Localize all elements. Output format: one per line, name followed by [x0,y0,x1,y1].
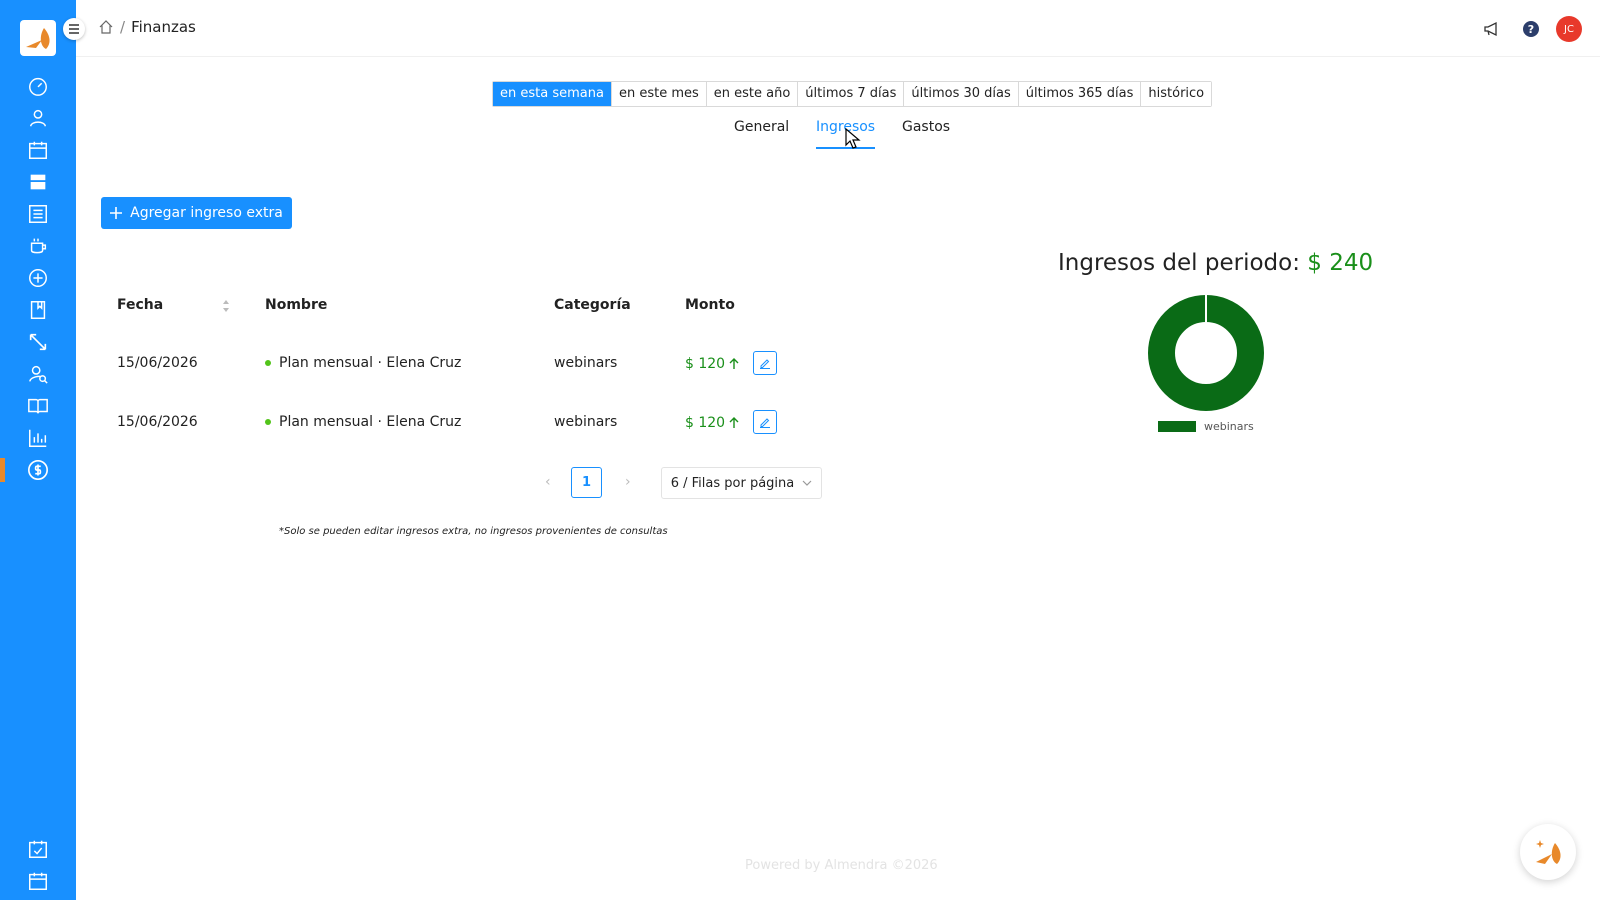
assistant-button[interactable] [1520,824,1576,880]
income-donut-chart [1148,295,1264,411]
calendar-check-icon[interactable] [26,837,50,861]
chart-title-label: Ingresos del periodo: [1058,250,1300,276]
layout-icon[interactable] [26,170,50,194]
row-2-monto: $ 120 [685,415,739,431]
breadcrumb-separator: / [120,18,126,36]
period-this-month[interactable]: en este mes [611,82,707,106]
menu-toggle-button[interactable] [63,18,85,40]
chart-legend: webinars [1158,420,1254,433]
svg-text:?: ? [1528,23,1534,36]
row-2-categoria: webinars [554,414,618,430]
period-this-week[interactable]: en esta semana [493,82,612,106]
list-icon[interactable] [26,202,50,226]
expand-icon[interactable] [26,330,50,354]
megaphone-icon[interactable] [1480,17,1504,41]
period-historical[interactable]: histórico [1141,82,1212,106]
calendar-icon-2[interactable] [26,869,50,893]
calendar-icon[interactable] [26,138,50,162]
column-header-categoria: Categoría [554,297,631,313]
plus-icon [110,207,123,219]
mouse-cursor-icon [845,128,861,149]
chart-title: Ingresos del periodo: $ 240 [1058,250,1373,276]
row-2-edit-button[interactable] [753,410,777,434]
dashboard-icon[interactable] [26,74,50,98]
column-header-nombre: Nombre [265,297,328,313]
row-1-edit-button[interactable] [753,351,777,375]
dollar-icon[interactable] [26,458,50,482]
tab-general[interactable]: General [734,119,789,149]
row-2-nombre-text: Plan mensual · Elena Cruz [279,414,462,430]
row-1-categoria: webinars [554,355,618,371]
legend-swatch-webinars [1158,421,1196,432]
active-nav-indicator [0,458,5,482]
edit-icon [760,418,770,428]
period-this-year[interactable]: en este año [706,82,799,106]
footer: Powered by Almendra ©2026 [745,858,938,873]
period-last-30-days[interactable]: últimos 30 días [904,82,1019,106]
row-2-monto-value: $ 120 [685,415,726,431]
breadcrumb: / Finanzas [98,18,196,36]
arrow-up-icon [729,417,739,428]
row-1-fecha: 15/06/2026 [117,355,198,371]
column-header-monto: Monto [685,297,735,313]
cup-icon[interactable] [26,234,50,258]
row-1-nombre: Plan mensual · Elena Cruz [265,355,461,371]
page-size-select[interactable]: 6 / Filas por página [661,467,822,499]
row-1-monto-value: $ 120 [685,356,726,372]
page-title: Finanzas [131,18,196,36]
user-search-icon[interactable] [26,362,50,386]
footnote: *Solo se pueden editar ingresos extra, n… [279,526,668,537]
help-icon[interactable]: ? [1519,17,1543,41]
sort-icon[interactable] [222,299,230,313]
sidebar [0,0,76,900]
home-icon[interactable] [98,19,114,35]
edit-icon [760,359,770,369]
pagination-page[interactable]: 1 [571,467,602,498]
period-last-7-days[interactable]: últimos 7 días [798,82,905,106]
book-icon[interactable] [26,298,50,322]
status-dot [265,419,271,425]
user-icon[interactable] [26,106,50,130]
column-header-fecha[interactable]: Fecha [117,297,163,313]
pagination-prev-icon[interactable]: ‹ [545,474,551,490]
top-header: / Finanzas [76,0,1600,57]
period-last-365-days[interactable]: últimos 365 días [1018,82,1142,106]
page-size-label: 6 / Filas por página [670,475,795,491]
add-extra-income-label: Agregar ingreso extra [130,205,283,221]
legend-label-webinars: webinars [1204,420,1254,433]
period-selector: en esta semana en este mes en este año ú… [492,81,1213,107]
row-2-fecha: 15/06/2026 [117,414,198,430]
bar-chart-icon[interactable] [26,426,50,450]
row-2-nombre: Plan mensual · Elena Cruz [265,414,461,430]
chart-title-amount: $ 240 [1307,250,1374,276]
app-logo[interactable] [20,20,56,56]
pagination-next-icon[interactable]: › [625,474,631,490]
open-book-icon[interactable] [26,394,50,418]
row-1-monto: $ 120 [685,356,739,372]
add-circle-icon[interactable] [26,266,50,290]
row-1-nombre-text: Plan mensual · Elena Cruz [279,355,462,371]
chevron-down-icon [802,480,812,486]
status-dot [265,360,271,366]
hamburger-icon [69,24,79,34]
almond-sparkle-icon [1536,840,1561,864]
avatar[interactable]: JC [1556,16,1582,42]
tab-gastos[interactable]: Gastos [902,119,950,149]
add-extra-income-button[interactable]: Agregar ingreso extra [101,197,292,229]
arrow-up-icon [729,358,739,369]
